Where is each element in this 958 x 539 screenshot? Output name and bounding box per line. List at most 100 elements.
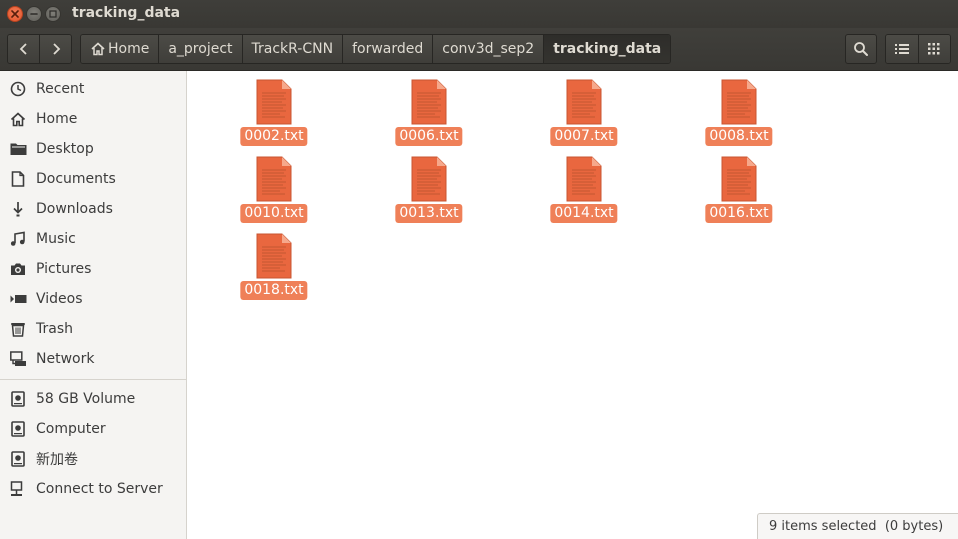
sidebar-divider xyxy=(0,379,186,380)
sidebar-item-label: 新加卷 xyxy=(36,452,78,468)
sidebar-item-trash[interactable]: Trash xyxy=(0,314,186,344)
drive-icon xyxy=(9,420,27,438)
text-file-icon xyxy=(721,79,757,125)
file-item[interactable]: 0008.txt xyxy=(694,71,784,149)
file-name: 0007.txt xyxy=(550,127,618,146)
file-item[interactable]: 0014.txt xyxy=(539,148,629,226)
maximize-icon xyxy=(49,10,57,18)
breadcrumb-home[interactable]: Home xyxy=(81,35,159,63)
navigation-buttons xyxy=(7,34,72,64)
minimize-window-button[interactable] xyxy=(26,6,42,22)
text-file-icon xyxy=(566,156,602,202)
sidebar-item-label: Trash xyxy=(36,321,73,337)
close-window-button[interactable] xyxy=(7,6,23,22)
breadcrumb-a-project[interactable]: a_project xyxy=(158,35,242,63)
drive-icon xyxy=(9,390,27,408)
file-item[interactable]: 0010.txt xyxy=(229,148,319,226)
back-button[interactable] xyxy=(8,35,39,63)
file-name: 0008.txt xyxy=(705,127,773,146)
list-view-icon xyxy=(894,44,909,54)
maximize-window-button[interactable] xyxy=(45,6,61,22)
breadcrumb-label: tracking_data xyxy=(553,41,662,57)
file-name: 0002.txt xyxy=(240,127,308,146)
file-name: 0016.txt xyxy=(705,204,773,223)
clock-icon xyxy=(9,80,27,98)
file-item[interactable]: 0013.txt xyxy=(384,148,474,226)
sidebar-item-label: 58 GB Volume xyxy=(36,391,136,407)
file-manager-window: tracking_data Home a_project TrackR-CNN … xyxy=(0,0,958,539)
forward-button[interactable] xyxy=(39,35,71,63)
breadcrumb-conv3d-sep2[interactable]: conv3d_sep2 xyxy=(432,35,544,63)
sidebar-item-label: Music xyxy=(36,231,76,247)
sidebar-item-home[interactable]: Home xyxy=(0,104,186,134)
sidebar-item-recent[interactable]: Recent xyxy=(0,74,186,104)
close-icon xyxy=(11,10,19,18)
document-icon xyxy=(9,170,27,188)
sidebar-item-label: Network xyxy=(36,351,95,367)
file-item[interactable]: 0002.txt xyxy=(229,71,319,149)
list-view-button[interactable] xyxy=(886,35,918,63)
sidebar-item-downloads[interactable]: Downloads xyxy=(0,194,186,224)
grid-view-button[interactable] xyxy=(917,35,950,63)
search-icon xyxy=(854,42,868,56)
download-icon xyxy=(9,200,27,218)
breadcrumb-label: Home xyxy=(108,41,150,57)
sidebar-item-label: Pictures xyxy=(36,261,92,277)
breadcrumb-forwarded[interactable]: forwarded xyxy=(342,35,433,63)
view-mode-buttons xyxy=(885,34,951,64)
text-file-icon xyxy=(411,79,447,125)
video-icon xyxy=(9,290,27,308)
toolbar: Home a_project TrackR-CNN forwarded conv… xyxy=(0,28,958,71)
text-file-icon xyxy=(721,156,757,202)
home-icon xyxy=(9,110,27,128)
drive-icon xyxy=(9,450,27,468)
file-item[interactable]: 0018.txt xyxy=(229,225,319,303)
folder-icon xyxy=(9,140,27,158)
sidebar-item-label: Documents xyxy=(36,171,116,187)
sidebar-item-videos[interactable]: Videos xyxy=(0,284,186,314)
file-item[interactable]: 0007.txt xyxy=(539,71,629,149)
home-icon xyxy=(90,42,106,56)
text-file-icon xyxy=(256,79,292,125)
file-name: 0006.txt xyxy=(395,127,463,146)
sidebar-item-label: Desktop xyxy=(36,141,94,157)
grid-view-icon xyxy=(928,43,940,55)
sidebar-item-58gb-volume[interactable]: 58 GB Volume xyxy=(0,384,186,414)
breadcrumb-label: forwarded xyxy=(352,41,424,57)
sidebar-item-label: Home xyxy=(36,111,78,127)
camera-icon xyxy=(9,260,27,278)
file-name: 0018.txt xyxy=(240,281,308,300)
breadcrumb-label: a_project xyxy=(168,41,233,57)
file-name: 0013.txt xyxy=(395,204,463,223)
chevron-left-icon xyxy=(19,43,27,55)
minimize-icon xyxy=(30,13,38,15)
sidebar-item-documents[interactable]: Documents xyxy=(0,164,186,194)
sidebar-item-connect-to-server[interactable]: Connect to Server xyxy=(0,474,186,504)
sidebar-item-pictures[interactable]: Pictures xyxy=(0,254,186,284)
title-bar: tracking_data xyxy=(0,0,958,28)
breadcrumb-label: TrackR-CNN xyxy=(251,41,334,57)
sidebar: Recent Home Desktop Documents Downloads xyxy=(0,71,187,539)
search-button[interactable] xyxy=(845,34,877,64)
breadcrumb-label: conv3d_sep2 xyxy=(442,41,535,57)
sidebar-item-volume-cn[interactable]: 新加卷 xyxy=(0,444,186,474)
sidebar-item-network[interactable]: Network xyxy=(0,344,186,374)
text-file-icon xyxy=(566,79,602,125)
file-item[interactable]: 0016.txt xyxy=(694,148,784,226)
breadcrumb-trackr-cnn[interactable]: TrackR-CNN xyxy=(241,35,343,63)
text-file-icon xyxy=(256,233,292,279)
server-icon xyxy=(9,480,27,498)
window-title: tracking_data xyxy=(72,5,181,21)
chevron-right-icon xyxy=(52,43,60,55)
sidebar-item-music[interactable]: Music xyxy=(0,224,186,254)
breadcrumb-tracking-data[interactable]: tracking_data xyxy=(543,35,671,63)
network-icon xyxy=(9,350,27,368)
sidebar-item-label: Downloads xyxy=(36,201,113,217)
file-view: 0002.txt 0006.txt 0007.txt 0008.txt 0010… xyxy=(187,71,958,539)
sidebar-item-label: Connect to Server xyxy=(36,481,163,497)
sidebar-item-desktop[interactable]: Desktop xyxy=(0,134,186,164)
sidebar-item-computer[interactable]: Computer xyxy=(0,414,186,444)
sidebar-item-label: Computer xyxy=(36,421,106,437)
music-icon xyxy=(9,230,27,248)
file-item[interactable]: 0006.txt xyxy=(384,71,474,149)
